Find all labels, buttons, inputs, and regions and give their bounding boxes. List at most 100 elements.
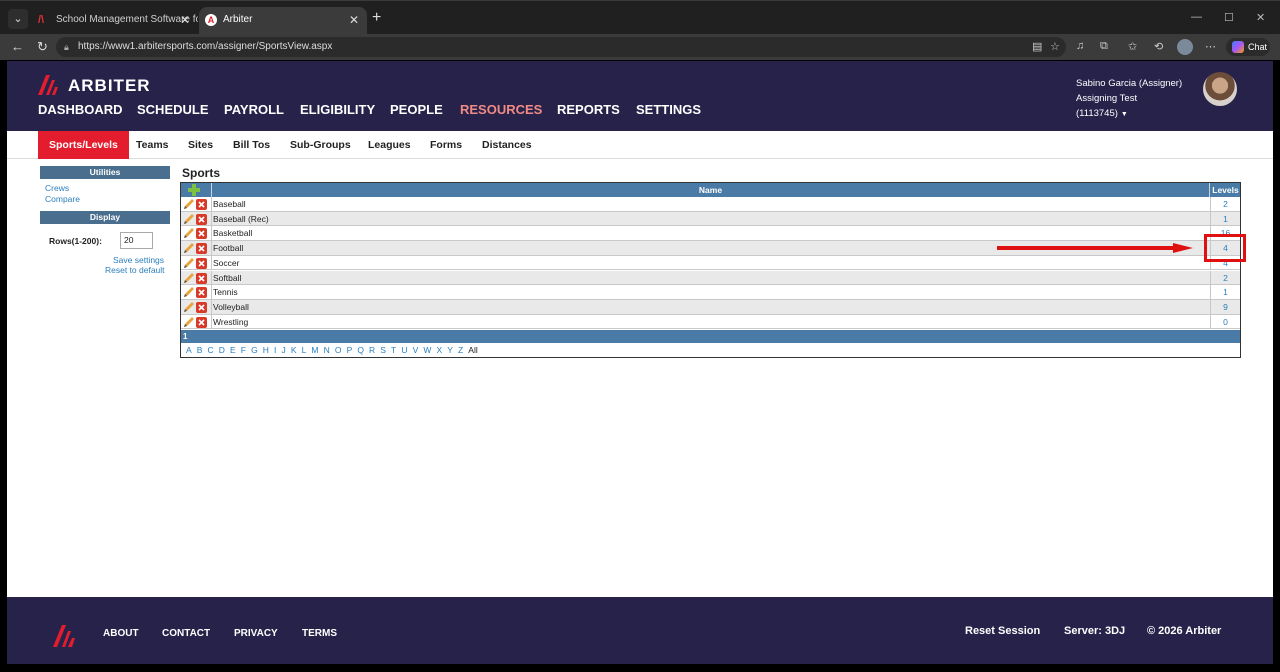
alpha-filter-letter[interactable]: A (186, 345, 192, 355)
alpha-filter-letter[interactable]: N (324, 345, 330, 355)
footer-terms-link[interactable]: TERMS (302, 628, 337, 639)
levels-count-link[interactable]: 1 (1211, 285, 1240, 299)
alpha-filter-letter[interactable]: Z (458, 345, 463, 355)
alpha-filter-letter[interactable]: C (208, 345, 214, 355)
alpha-filter-letter[interactable]: R (369, 345, 375, 355)
levels-count-link[interactable]: 2 (1211, 271, 1240, 285)
levels-count-link[interactable]: 1 (1211, 212, 1240, 226)
footer-contact-link[interactable]: CONTACT (162, 628, 210, 639)
alpha-filter-letter[interactable]: I (274, 345, 276, 355)
close-tab-icon[interactable]: ✕ (180, 7, 190, 33)
alpha-filter-letter[interactable]: Q (357, 345, 364, 355)
more-menu-icon[interactable]: ⋯ (1205, 40, 1216, 53)
favorites-icon[interactable]: ✩ (1128, 40, 1137, 53)
delete-x-icon[interactable] (196, 257, 207, 269)
subnav-sites[interactable]: Sites (188, 131, 213, 159)
alpha-filter-letter[interactable]: K (291, 345, 297, 355)
levels-count-link[interactable]: 9 (1211, 300, 1240, 314)
edit-pencil-icon[interactable] (183, 272, 195, 284)
alpha-filter-letter[interactable]: D (219, 345, 225, 355)
new-tab-plus-icon[interactable]: + (372, 9, 381, 27)
alpha-filter-letter[interactable]: U (401, 345, 407, 355)
history-icon[interactable]: ⟲ (1154, 40, 1163, 53)
profile-avatar[interactable] (1177, 39, 1193, 55)
user-avatar[interactable] (1203, 72, 1237, 106)
alpha-filter-letter[interactable]: F (241, 345, 246, 355)
subnav-leagues[interactable]: Leagues (368, 131, 411, 159)
footer-about-link[interactable]: ABOUT (103, 628, 139, 639)
close-window-icon[interactable]: ✕ (1256, 11, 1265, 24)
reader-view-icon[interactable]: ▤ (1032, 40, 1042, 53)
back-arrow-icon[interactable]: ← (11, 39, 24, 54)
delete-x-icon[interactable] (196, 213, 207, 225)
alpha-filter-letter[interactable]: O (335, 345, 342, 355)
nav-payroll[interactable]: PAYROLL (224, 102, 284, 117)
minimize-icon[interactable]: — (1191, 11, 1202, 23)
alpha-filter-letter[interactable]: L (302, 345, 307, 355)
copilot-chat-button[interactable]: Chat (1226, 38, 1270, 56)
add-sport-plus-icon[interactable] (188, 184, 200, 196)
nav-schedule[interactable]: SCHEDULE (137, 102, 209, 117)
edit-pencil-icon[interactable] (183, 228, 195, 239)
compare-link[interactable]: Compare (45, 194, 80, 204)
edit-pencil-icon[interactable] (183, 316, 195, 328)
nav-reports[interactable]: REPORTS (557, 102, 620, 117)
alpha-filter-letter[interactable]: V (413, 345, 419, 355)
tab-actions-chevron-icon[interactable]: ⌄ (8, 9, 28, 29)
delete-x-icon[interactable] (196, 228, 207, 240)
favorite-star-icon[interactable]: ☆ (1050, 40, 1060, 53)
column-header-levels[interactable]: Levels (1211, 183, 1240, 197)
subnav-forms[interactable]: Forms (430, 131, 462, 159)
reset-session-link[interactable]: Reset Session (965, 625, 1040, 637)
footer-privacy-link[interactable]: PRIVACY (234, 628, 278, 639)
alpha-filter-letter[interactable]: J (281, 345, 285, 355)
alpha-filter-letter[interactable]: B (197, 345, 203, 355)
alpha-filter-letter[interactable]: G (251, 345, 258, 355)
edit-pencil-icon[interactable] (183, 199, 195, 210)
alpha-filter-letter[interactable]: T (391, 345, 396, 355)
alpha-filter-all[interactable]: All (468, 345, 477, 355)
subnav-teams[interactable]: Teams (136, 131, 169, 159)
subnav-bill-tos[interactable]: Bill Tos (233, 131, 270, 159)
delete-x-icon[interactable] (196, 199, 207, 210)
browser-tab-arbiter[interactable]: A Arbiter ✕ (199, 7, 367, 35)
alpha-filter-letter[interactable]: W (423, 345, 431, 355)
nav-dashboard[interactable]: DASHBOARD (38, 102, 123, 117)
levels-count-link[interactable]: 2 (1211, 197, 1240, 211)
nav-people[interactable]: PEOPLE (390, 102, 443, 117)
browser-tab-school-management[interactable]: /\ School Management Software for ✕ (32, 7, 198, 35)
user-menu[interactable]: Sabino Garcia (Assigner) Assigning Test … (1076, 76, 1187, 122)
extensions-icon[interactable]: ⧉ (1100, 40, 1108, 53)
subnav-distances[interactable]: Distances (482, 131, 532, 159)
page-number[interactable]: 1 (183, 332, 187, 341)
reload-icon[interactable]: ↻ (37, 39, 48, 55)
edit-pencil-icon[interactable] (183, 257, 195, 269)
delete-x-icon[interactable] (196, 316, 207, 328)
delete-x-icon[interactable] (196, 243, 207, 255)
maximize-icon[interactable]: ☐ (1224, 11, 1234, 24)
edit-pencil-icon[interactable] (183, 213, 195, 225)
alpha-filter-letter[interactable]: Y (447, 345, 453, 355)
edit-pencil-icon[interactable] (183, 243, 195, 254)
crews-link[interactable]: Crews (45, 183, 69, 193)
reset-default-link[interactable]: Reset to default (105, 265, 165, 275)
delete-x-icon[interactable] (196, 301, 207, 313)
rows-input[interactable]: 20 (120, 232, 153, 249)
subnav-sub-groups[interactable]: Sub-Groups (290, 131, 351, 159)
read-aloud-icon[interactable]: ♫ (1076, 40, 1084, 52)
save-settings-link[interactable]: Save settings (113, 255, 164, 265)
url-field[interactable]: 🔒︎ https://www1.arbitersports.com/assign… (56, 37, 1066, 57)
nav-resources[interactable]: RESOURCES (460, 102, 542, 117)
delete-x-icon[interactable] (196, 287, 207, 299)
alpha-filter-letter[interactable]: E (230, 345, 236, 355)
column-header-name[interactable]: Name (211, 183, 1210, 197)
footer-arbiter-logo-icon[interactable] (53, 625, 79, 647)
alpha-filter-letter[interactable]: H (263, 345, 269, 355)
levels-count-link[interactable]: 0 (1211, 315, 1240, 329)
delete-x-icon[interactable] (196, 272, 207, 284)
edit-pencil-icon[interactable] (183, 287, 195, 298)
alpha-filter-letter[interactable]: S (380, 345, 386, 355)
close-tab-icon[interactable]: ✕ (349, 7, 359, 33)
nav-settings[interactable]: SETTINGS (636, 102, 701, 117)
alpha-filter-letter[interactable]: P (347, 345, 353, 355)
